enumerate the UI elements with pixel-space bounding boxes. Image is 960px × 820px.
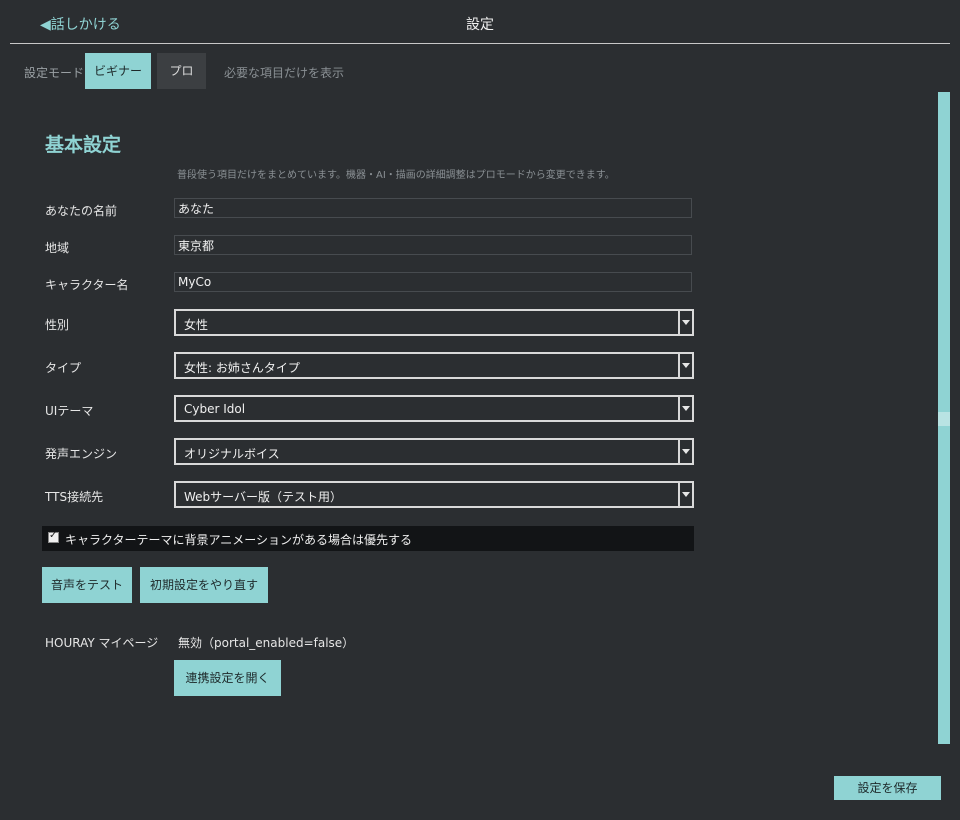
background-animation-label: キャラクターテーマに背景アニメーションがある場合は優先する [65,533,413,547]
background-animation-option[interactable]: キャラクターテーマに背景アニメーションがある場合は優先する [42,526,694,551]
gender-label: 性別 [45,318,70,332]
header-divider [10,43,950,44]
ui-theme-label: UIテーマ [45,404,94,418]
mode-hint: 必要な項目だけを表示 [224,66,345,80]
character-name-input[interactable] [174,272,692,292]
reset-settings-button[interactable]: 初期設定をやり直す [140,567,268,603]
settings-mode-label: 設定モード [24,66,85,80]
header: ◀話しかける 設定 [0,0,960,44]
scrollbar-thumb[interactable] [938,412,950,426]
tts-endpoint-select[interactable]: Webサーバー版（テスト用） [174,481,694,508]
chevron-down-icon[interactable] [678,440,692,463]
tts-endpoint-label: TTS接続先 [45,490,104,504]
portal-status: 無効（portal_enabled=false） [178,636,355,650]
section-title: 基本設定 [45,134,122,156]
voice-engine-label: 発声エンジン [45,447,118,461]
ui-theme-select-value: Cyber Idol [184,402,246,416]
section-description: 普段使う項目だけをまとめています。機器・AI・描画の詳細調整はプロモードから変更… [177,170,615,181]
name-label: あなたの名前 [45,204,118,218]
chevron-down-icon[interactable] [678,354,692,377]
chevron-down-icon[interactable] [678,483,692,506]
chevron-down-icon[interactable] [678,311,692,334]
gender-select[interactable]: 女性 [174,309,694,336]
mode-pro-button[interactable]: プロ [157,53,206,89]
background-animation-checkbox[interactable] [48,530,59,543]
chevron-down-icon[interactable] [678,397,692,420]
mode-beginner-button[interactable]: ビギナー [85,53,151,89]
voice-engine-select[interactable]: オリジナルボイス [174,438,694,465]
gender-select-value: 女性 [184,318,209,332]
tts-endpoint-select-value: Webサーバー版（テスト用） [184,490,343,504]
type-select[interactable]: 女性: お姉さんタイプ [174,352,694,379]
page-title: 設定 [466,17,494,33]
character-name-label: キャラクター名 [45,278,129,292]
settings-mode-bar: 設定モード ビギナー プロ 必要な項目だけを表示 [0,53,960,89]
open-link-settings-button[interactable]: 連携設定を開く [174,660,281,696]
test-voice-button[interactable]: 音声をテスト [42,567,132,603]
ui-theme-select[interactable]: Cyber Idol [174,395,694,422]
portal-label: HOURAY マイページ [45,636,159,650]
region-input[interactable] [174,235,692,255]
name-input[interactable] [174,198,692,218]
voice-engine-select-value: オリジナルボイス [184,447,280,461]
type-select-value: 女性: お姉さんタイプ [184,361,300,375]
save-settings-button[interactable]: 設定を保存 [834,776,941,800]
region-label: 地域 [45,241,70,255]
type-label: タイプ [45,361,82,375]
